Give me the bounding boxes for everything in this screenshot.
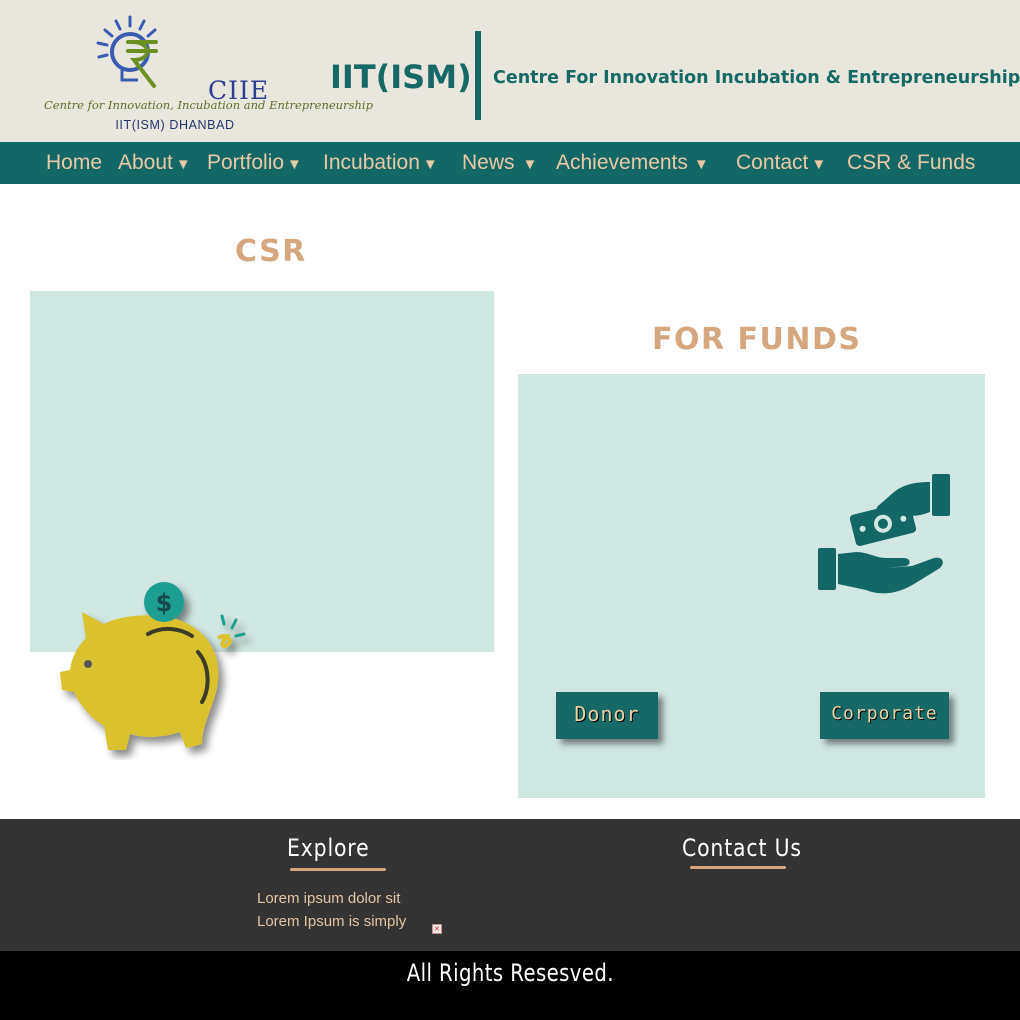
nav-label: Portfolio	[207, 151, 285, 174]
explore-underline	[290, 868, 386, 871]
bulb-rupee-icon	[96, 15, 158, 88]
caret-down-icon: ▼	[693, 156, 709, 173]
contact-heading: Contact Us	[682, 834, 802, 862]
contact-underline	[690, 866, 786, 869]
caret-down-icon: ▼	[522, 156, 538, 173]
logo-tagline: Centre for Innovation, Incubation and En…	[44, 98, 373, 112]
caret-down-icon: ▼	[287, 156, 302, 173]
site-header: CIIE Centre for Innovation, Incubation a…	[0, 0, 1020, 142]
nav-label: About	[118, 151, 173, 174]
piggy-bank-icon: $	[60, 582, 246, 750]
nav-label: CSR & Funds	[847, 151, 976, 174]
nav-label: Achievements	[556, 151, 688, 174]
nav-item-news[interactable]: News ▼	[462, 151, 537, 175]
csr-title: CSR	[235, 234, 307, 269]
nav-item-incubation[interactable]: Incubation ▼	[323, 151, 438, 175]
explore-heading: Explore	[287, 834, 370, 862]
site-footer: Explore Lorem ipsum dolor sit Lorem Ipsu…	[0, 819, 1020, 951]
ciie-logo[interactable]: CIIE Centre for Innovation, Incubation a…	[44, 14, 373, 136]
nav-item-portfolio[interactable]: Portfolio ▼	[207, 151, 302, 175]
nav-item-about[interactable]: About ▼	[118, 151, 191, 175]
caret-down-icon: ▼	[811, 156, 827, 173]
caret-down-icon: ▼	[422, 156, 438, 173]
logo-subtitle: IIT(ISM) DHANBAD	[115, 118, 235, 132]
nav-item-achievements[interactable]: Achievements ▼	[556, 151, 709, 175]
caret-down-icon: ▼	[175, 156, 191, 173]
org-full-name: Centre For Innovation Incubation & Entre…	[493, 68, 1020, 88]
broken-image-icon: ×	[432, 924, 442, 934]
nav-item-contact[interactable]: Contact ▼	[736, 151, 826, 175]
svg-text:$: $	[156, 589, 173, 617]
footer-link[interactable]: Lorem Ipsum is simply	[257, 913, 406, 930]
org-name: IIT(ISM)	[330, 58, 472, 96]
footer-link[interactable]: Lorem ipsum dolor sit	[257, 890, 400, 907]
nav-label: News	[462, 151, 515, 174]
nav-item-home[interactable]: Home	[46, 151, 102, 175]
nav-item-csr-funds[interactable]: CSR & Funds	[847, 151, 975, 175]
nav-label: Contact	[736, 151, 809, 174]
header-divider	[475, 31, 481, 120]
copyright-text: All Rights Resesved.	[406, 959, 614, 987]
money-exchange-icon	[818, 474, 950, 594]
copyright-bar: All Rights Resesved.	[0, 951, 1020, 1020]
nav-label: Incubation	[323, 151, 420, 174]
nav-label: Home	[46, 151, 103, 174]
main-nav: Home About ▼ Portfolio ▼ Incubation ▼ News ▼…	[0, 142, 1020, 184]
donor-button[interactable]: Donor	[556, 692, 658, 739]
copyright-text-wrap: All Rights Resesved.	[0, 959, 1020, 987]
funds-title: FOR FUNDS	[652, 322, 862, 357]
corporate-button[interactable]: Corporate	[820, 692, 949, 739]
